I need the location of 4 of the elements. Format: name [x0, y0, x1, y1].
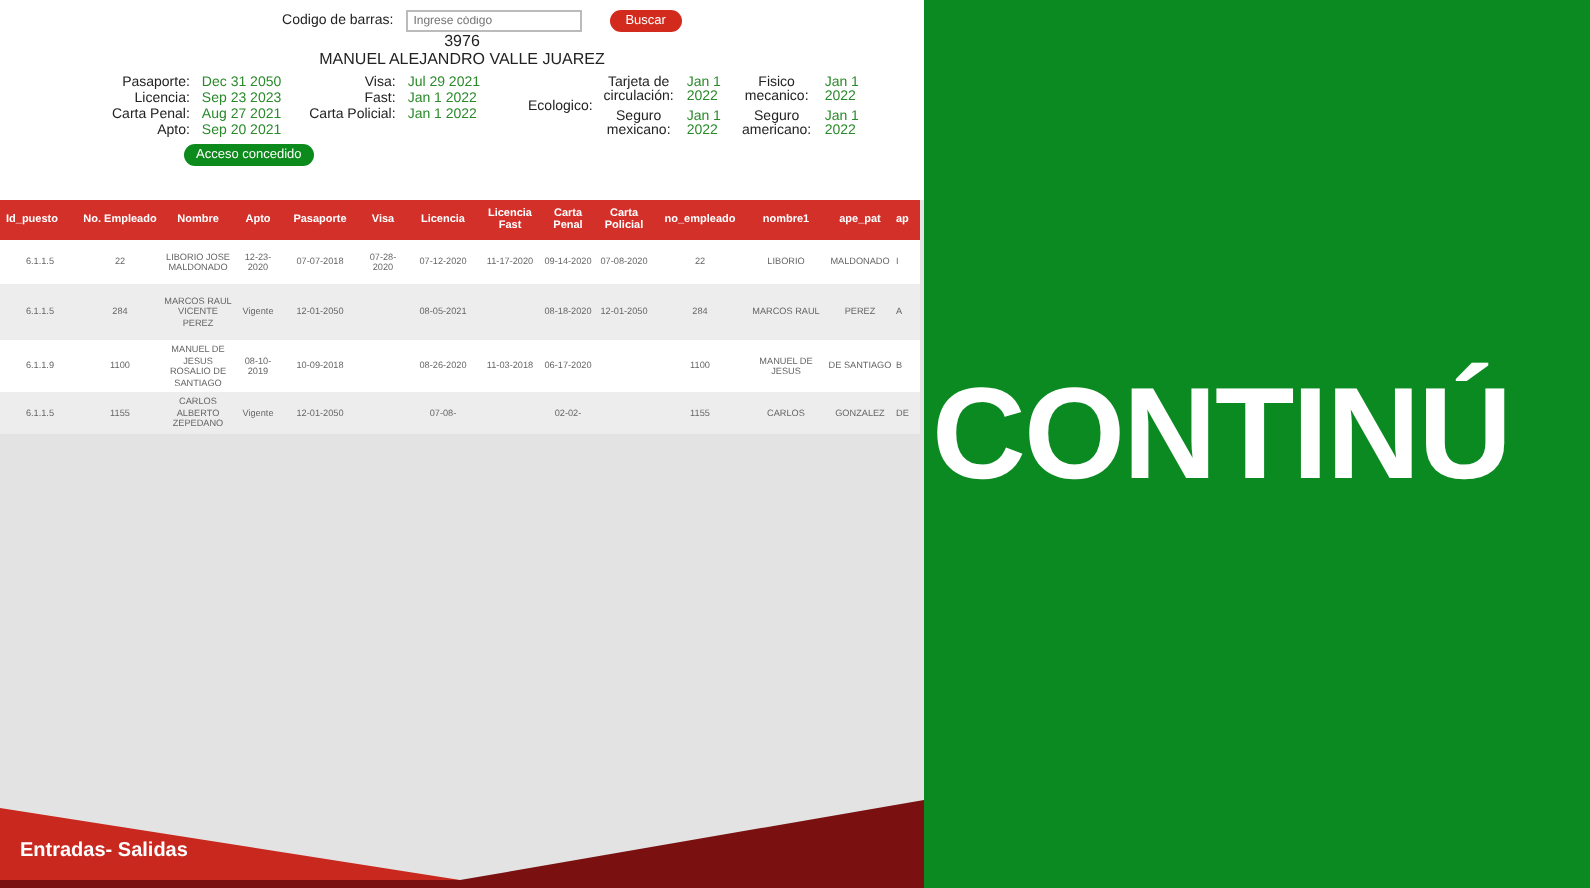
banner-text: CONTINÚ — [932, 357, 1511, 507]
footer-title: Entradas- Salidas — [20, 840, 188, 862]
employee-name: MANUEL ALEJANDRO VALLE JUAREZ — [319, 50, 605, 68]
employee-number: 3976 — [444, 32, 480, 50]
